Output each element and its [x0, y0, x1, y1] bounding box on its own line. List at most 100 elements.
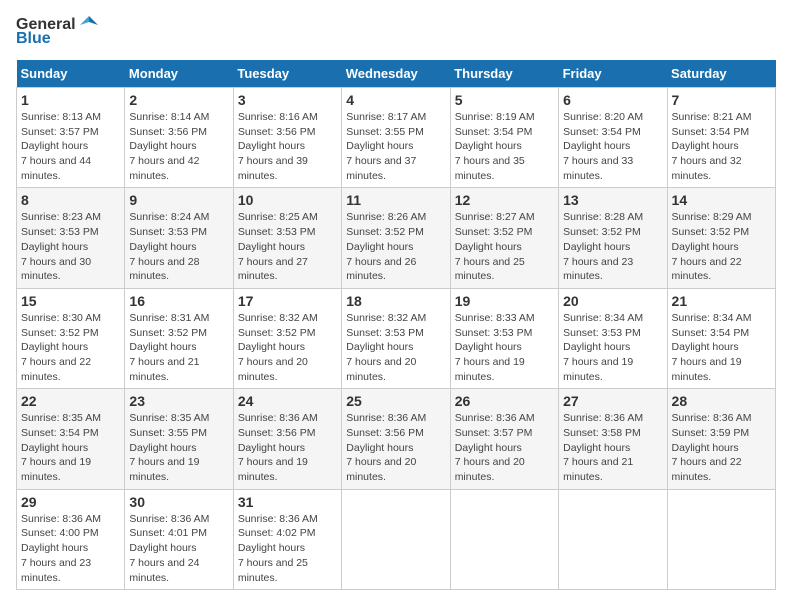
day-number: 3: [238, 92, 337, 108]
day-info: Sunrise: 8:31 AMSunset: 3:52 PMDaylight …: [129, 311, 228, 384]
day-info: Sunrise: 8:32 AMSunset: 3:52 PMDaylight …: [238, 311, 337, 384]
week-row-1: 1 Sunrise: 8:13 AMSunset: 3:57 PMDaylight…: [17, 88, 776, 188]
day-number: 24: [238, 393, 337, 409]
calendar-table: SundayMondayTuesdayWednesdayThursdayFrid…: [16, 60, 776, 590]
header: General Blue: [16, 16, 776, 48]
day-info: Sunrise: 8:36 AMSunset: 4:02 PMDaylight …: [238, 512, 337, 585]
day-info: Sunrise: 8:14 AMSunset: 3:56 PMDaylight …: [129, 110, 228, 183]
header-friday: Friday: [559, 60, 667, 88]
day-number: 29: [21, 494, 120, 510]
week-row-2: 8Sunrise: 8:23 AMSunset: 3:53 PMDaylight…: [17, 188, 776, 288]
day-number: 26: [455, 393, 554, 409]
day-cell-29: 29 Sunrise: 8:36 AMSunset: 4:00 PMDayligh…: [17, 489, 125, 589]
week-row-4: 22Sunrise: 8:35 AMSunset: 3:54 PMDayligh…: [17, 389, 776, 489]
day-cell-9: 9Sunrise: 8:24 AMSunset: 3:53 PMDaylight…: [125, 188, 233, 288]
header-monday: Monday: [125, 60, 233, 88]
day-info: Sunrise: 8:34 AMSunset: 3:54 PMDaylight …: [672, 311, 771, 384]
day-cell-8: 8Sunrise: 8:23 AMSunset: 3:53 PMDaylight…: [17, 188, 125, 288]
logo-text-blue: Blue: [16, 30, 51, 48]
day-number: 20: [563, 293, 662, 309]
calendar-header-row: SundayMondayTuesdayWednesdayThursdayFrid…: [17, 60, 776, 88]
day-info: Sunrise: 8:26 AMSunset: 3:52 PMDaylight …: [346, 210, 445, 283]
day-cell-3: 3Sunrise: 8:16 AMSunset: 3:56 PMDaylight…: [233, 88, 341, 188]
day-cell-15: 15Sunrise: 8:30 AMSunset: 3:52 PMDayligh…: [17, 288, 125, 388]
header-sunday: Sunday: [17, 60, 125, 88]
day-cell-30: 30 Sunrise: 8:36 AMSunset: 4:01 PMDayligh…: [125, 489, 233, 589]
week-row-5: 29 Sunrise: 8:36 AMSunset: 4:00 PMDayligh…: [17, 489, 776, 589]
day-info: Sunrise: 8:35 AMSunset: 3:55 PMDaylight …: [129, 411, 228, 484]
day-info: Sunrise: 8:19 AMSunset: 3:54 PMDaylight …: [455, 110, 554, 183]
day-number: 11: [346, 192, 445, 208]
logo: General Blue: [16, 16, 98, 48]
day-cell-25: 25 Sunrise: 8:36 AMSunset: 3:56 PMDayligh…: [342, 389, 450, 489]
day-number: 6: [563, 92, 662, 108]
day-number: 18: [346, 293, 445, 309]
logo-bird-icon: [80, 16, 98, 34]
day-number: 30: [129, 494, 228, 510]
header-saturday: Saturday: [667, 60, 775, 88]
header-thursday: Thursday: [450, 60, 558, 88]
empty-cell: [450, 489, 558, 589]
day-cell-24: 24 Sunrise: 8:36 AMSunset: 3:56 PMDayligh…: [233, 389, 341, 489]
empty-cell: [667, 489, 775, 589]
day-number: 21: [672, 293, 771, 309]
day-cell-14: 14Sunrise: 8:29 AMSunset: 3:52 PMDayligh…: [667, 188, 775, 288]
day-info: Sunrise: 8:13 AMSunset: 3:57 PMDaylight …: [21, 110, 120, 183]
day-cell-5: 5 Sunrise: 8:19 AMSunset: 3:54 PMDaylight…: [450, 88, 558, 188]
day-info: Sunrise: 8:36 AMSunset: 4:00 PMDaylight …: [21, 512, 120, 585]
day-info: Sunrise: 8:34 AMSunset: 3:53 PMDaylight …: [563, 311, 662, 384]
day-info: Sunrise: 8:36 AMSunset: 3:57 PMDaylight …: [455, 411, 554, 484]
day-info: Sunrise: 8:25 AMSunset: 3:53 PMDaylight …: [238, 210, 337, 283]
day-cell-10: 10 Sunrise: 8:25 AMSunset: 3:53 PMDayligh…: [233, 188, 341, 288]
week-row-3: 15Sunrise: 8:30 AMSunset: 3:52 PMDayligh…: [17, 288, 776, 388]
day-cell-17: 17 Sunrise: 8:32 AMSunset: 3:52 PMDayligh…: [233, 288, 341, 388]
day-number: 10: [238, 192, 337, 208]
day-number: 4: [346, 92, 445, 108]
day-cell-7: 7 Sunrise: 8:21 AMSunset: 3:54 PMDaylight…: [667, 88, 775, 188]
day-number: 12: [455, 192, 554, 208]
day-number: 23: [129, 393, 228, 409]
day-cell-12: 12Sunrise: 8:27 AMSunset: 3:52 PMDayligh…: [450, 188, 558, 288]
day-number: 7: [672, 92, 771, 108]
day-number: 16: [129, 293, 228, 309]
day-cell-4: 4Sunrise: 8:17 AMSunset: 3:55 PMDaylight…: [342, 88, 450, 188]
day-cell-19: 19 Sunrise: 8:33 AMSunset: 3:53 PMDayligh…: [450, 288, 558, 388]
day-number: 19: [455, 293, 554, 309]
day-info: Sunrise: 8:29 AMSunset: 3:52 PMDaylight …: [672, 210, 771, 283]
day-number: 17: [238, 293, 337, 309]
day-info: Sunrise: 8:33 AMSunset: 3:53 PMDaylight …: [455, 311, 554, 384]
day-cell-31: 31 Sunrise: 8:36 AMSunset: 4:02 PMDayligh…: [233, 489, 341, 589]
day-cell-23: 23 Sunrise: 8:35 AMSunset: 3:55 PMDayligh…: [125, 389, 233, 489]
day-info: Sunrise: 8:36 AMSunset: 3:56 PMDaylight …: [346, 411, 445, 484]
day-info: Sunrise: 8:36 AMSunset: 4:01 PMDaylight …: [129, 512, 228, 585]
day-number: 31: [238, 494, 337, 510]
day-number: 1: [21, 92, 120, 108]
day-info: Sunrise: 8:28 AMSunset: 3:52 PMDaylight …: [563, 210, 662, 283]
day-cell-22: 22Sunrise: 8:35 AMSunset: 3:54 PMDayligh…: [17, 389, 125, 489]
day-info: Sunrise: 8:21 AMSunset: 3:54 PMDaylight …: [672, 110, 771, 183]
day-info: Sunrise: 8:36 AMSunset: 3:56 PMDaylight …: [238, 411, 337, 484]
day-cell-20: 20 Sunrise: 8:34 AMSunset: 3:53 PMDayligh…: [559, 288, 667, 388]
day-cell-16: 16 Sunrise: 8:31 AMSunset: 3:52 PMDayligh…: [125, 288, 233, 388]
day-cell-13: 13Sunrise: 8:28 AMSunset: 3:52 PMDayligh…: [559, 188, 667, 288]
logo-box: General Blue: [16, 16, 98, 48]
day-number: 8: [21, 192, 120, 208]
day-number: 2: [129, 92, 228, 108]
day-cell-26: 26 Sunrise: 8:36 AMSunset: 3:57 PMDayligh…: [450, 389, 558, 489]
day-cell-18: 18 Sunrise: 8:32 AMSunset: 3:53 PMDayligh…: [342, 288, 450, 388]
day-cell-21: 21 Sunrise: 8:34 AMSunset: 3:54 PMDayligh…: [667, 288, 775, 388]
day-number: 5: [455, 92, 554, 108]
empty-cell: [342, 489, 450, 589]
day-cell-6: 6 Sunrise: 8:20 AMSunset: 3:54 PMDaylight…: [559, 88, 667, 188]
day-info: Sunrise: 8:24 AMSunset: 3:53 PMDaylight …: [129, 210, 228, 283]
day-info: Sunrise: 8:32 AMSunset: 3:53 PMDaylight …: [346, 311, 445, 384]
day-info: Sunrise: 8:36 AMSunset: 3:58 PMDaylight …: [563, 411, 662, 484]
day-info: Sunrise: 8:35 AMSunset: 3:54 PMDaylight …: [21, 411, 120, 484]
day-number: 25: [346, 393, 445, 409]
day-info: Sunrise: 8:20 AMSunset: 3:54 PMDaylight …: [563, 110, 662, 183]
day-cell-11: 11 Sunrise: 8:26 AMSunset: 3:52 PMDayligh…: [342, 188, 450, 288]
empty-cell: [559, 489, 667, 589]
header-wednesday: Wednesday: [342, 60, 450, 88]
day-cell-2: 2 Sunrise: 8:14 AMSunset: 3:56 PMDaylight…: [125, 88, 233, 188]
day-info: Sunrise: 8:36 AMSunset: 3:59 PMDaylight …: [672, 411, 771, 484]
